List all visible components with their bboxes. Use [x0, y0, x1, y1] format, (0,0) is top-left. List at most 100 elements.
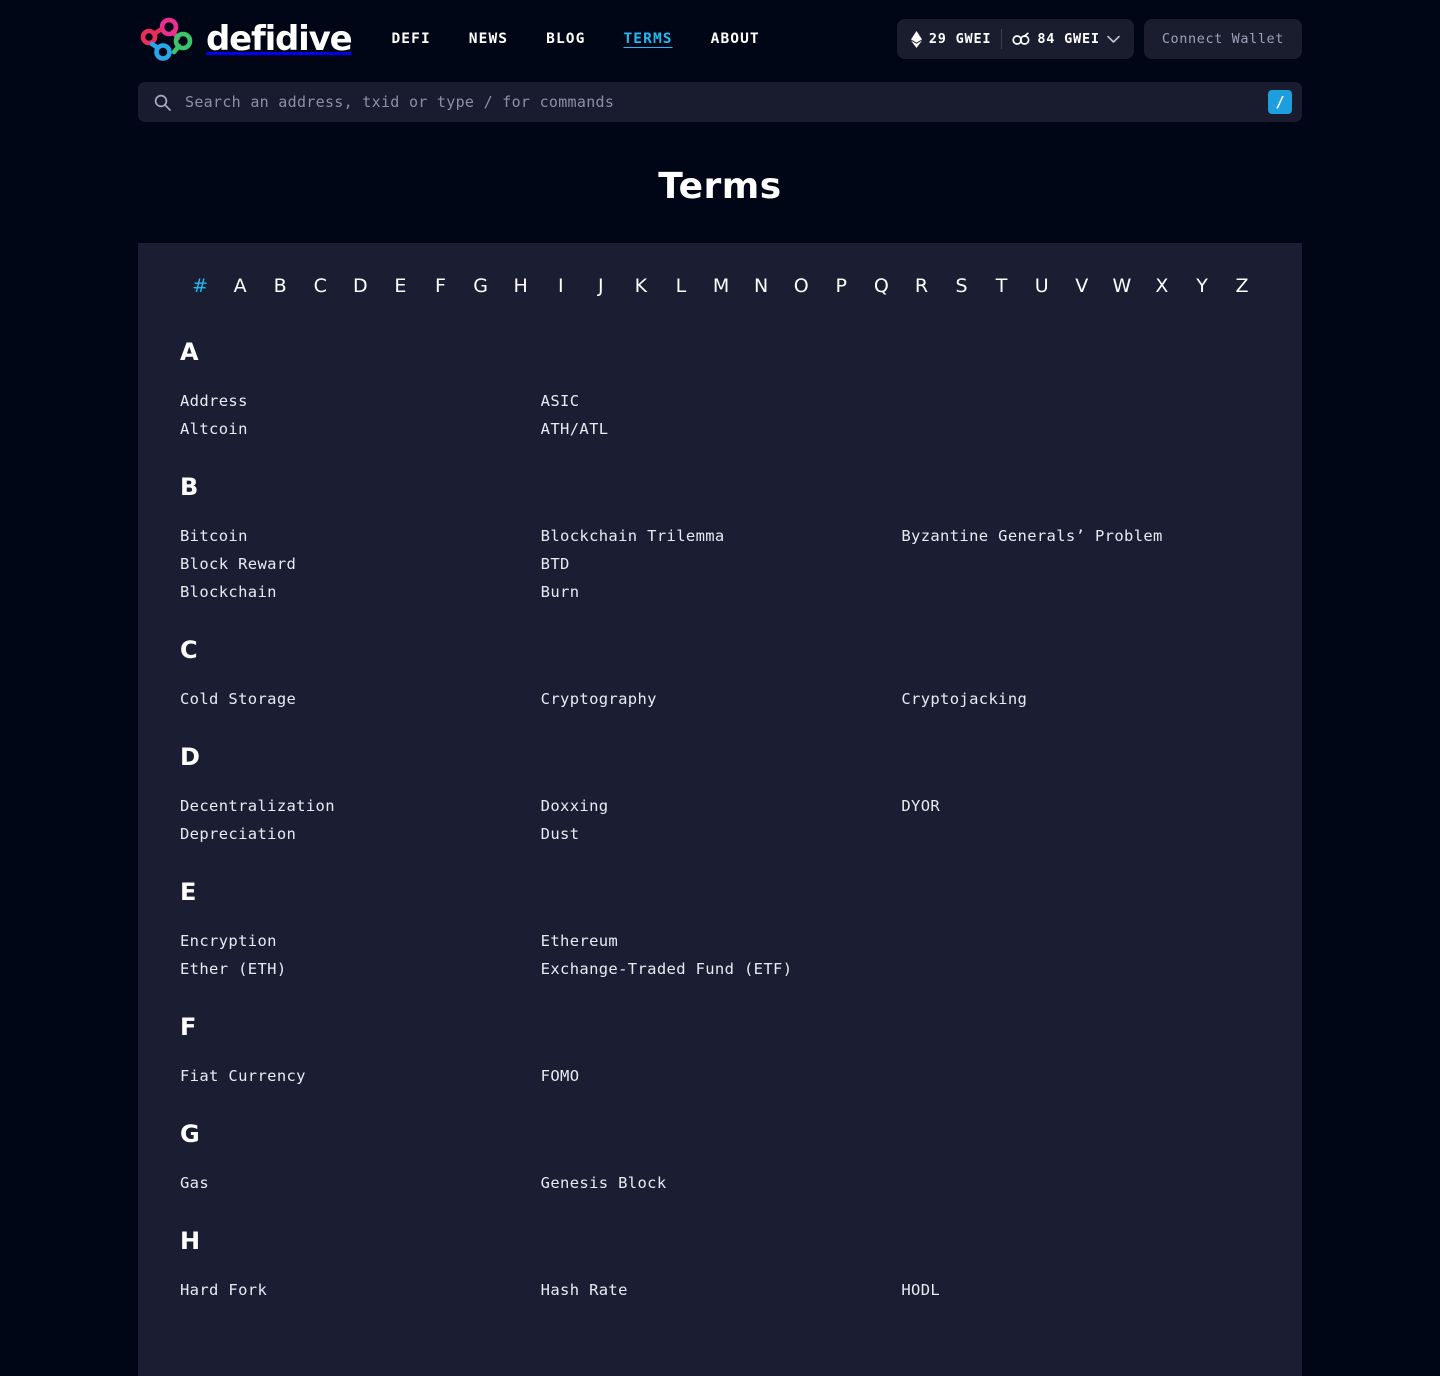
- gas-price-chain: 84 GWEI: [1012, 31, 1120, 47]
- term-link[interactable]: Exchange-Traded Fund (ETF): [541, 959, 902, 979]
- term-link[interactable]: Doxxing: [541, 796, 902, 816]
- term-link[interactable]: ATH/ATL: [541, 419, 902, 439]
- alphabet-nav-item-c[interactable]: C: [300, 277, 340, 296]
- alphabet-nav-item-z[interactable]: Z: [1222, 277, 1262, 296]
- alphabet-nav-item-u[interactable]: U: [1022, 277, 1062, 296]
- nav-item-defi[interactable]: DEFI: [391, 31, 430, 47]
- term-link[interactable]: Decentralization: [180, 796, 541, 816]
- alphabet-nav-item-f[interactable]: F: [420, 277, 460, 296]
- gas-price-box[interactable]: 29 GWEI 84 GWEI: [896, 19, 1134, 59]
- nav-item-news[interactable]: NEWS: [469, 31, 508, 47]
- alphabet-nav-item-b[interactable]: B: [260, 277, 300, 296]
- term-grid: Fiat Currency FOMO: [178, 1066, 1262, 1086]
- alphabet-nav-item-g[interactable]: G: [461, 277, 501, 296]
- term-link[interactable]: Dust: [541, 824, 902, 844]
- page-title: Terms: [658, 166, 782, 207]
- term-link[interactable]: ASIC: [541, 391, 902, 411]
- search-shortcut-key[interactable]: /: [1268, 90, 1292, 114]
- alphabet-nav-item-e[interactable]: E: [380, 277, 420, 296]
- search-input[interactable]: [185, 93, 1268, 111]
- term-link[interactable]: Encryption: [180, 931, 541, 951]
- term-grid: Cold Storage Cryptography Cryptojacking: [178, 689, 1262, 709]
- term-link[interactable]: BTD: [541, 554, 902, 574]
- term-link[interactable]: DYOR: [901, 796, 1262, 816]
- term-link[interactable]: Address: [180, 391, 541, 411]
- alphabet-nav-item-i[interactable]: I: [541, 277, 581, 296]
- alphabet-nav-item-o[interactable]: O: [781, 277, 821, 296]
- alphabet-nav-item-q[interactable]: Q: [861, 277, 901, 296]
- alphabet-nav-item-x[interactable]: X: [1142, 277, 1182, 296]
- alphabet-nav: # A B C D E F G H I J K L M N O P Q R S T U V W X Y Z: [178, 277, 1262, 296]
- alphabet-nav-item-a[interactable]: A: [220, 277, 260, 296]
- term-link[interactable]: Cold Storage: [180, 689, 541, 709]
- term-link[interactable]: Blockchain: [180, 582, 541, 602]
- alphabet-nav-item-s[interactable]: S: [941, 277, 981, 296]
- alphabet-nav-item-j[interactable]: J: [581, 277, 621, 296]
- term-link[interactable]: Ether (ETH): [180, 959, 541, 979]
- brand-logo-link[interactable]: defidive: [138, 15, 353, 63]
- terms-section-g: G Gas Genesis Block: [178, 1122, 1262, 1193]
- term-link[interactable]: Byzantine Generals’ Problem: [901, 526, 1262, 546]
- chevron-down-icon[interactable]: [1107, 35, 1120, 44]
- alphabet-nav-item-t[interactable]: T: [982, 277, 1022, 296]
- term-link[interactable]: Blockchain Trilemma: [541, 526, 902, 546]
- alphabet-nav-item-v[interactable]: V: [1062, 277, 1102, 296]
- alphabet-nav-item-y[interactable]: Y: [1182, 277, 1222, 296]
- alphabet-nav-item-p[interactable]: P: [821, 277, 861, 296]
- terms-sections: A Address Altcoin ASIC ATH/ATL B Bitcoin Block …: [178, 340, 1262, 1300]
- brand-name: defidive: [206, 19, 353, 59]
- section-letter-heading: F: [180, 1013, 197, 1041]
- alphabet-nav-item-w[interactable]: W: [1102, 277, 1142, 296]
- gas-price-ethereum: 29 GWEI: [910, 30, 992, 48]
- term-link[interactable]: Fiat Currency: [180, 1066, 541, 1086]
- section-letter-heading: E: [180, 878, 197, 906]
- terms-card: # A B C D E F G H I J K L M N O P Q R S T U V W X Y Z A Address Altc…: [138, 243, 1302, 1376]
- term-link[interactable]: HODL: [901, 1280, 1262, 1300]
- nav-item-blog[interactable]: BLOG: [546, 31, 585, 47]
- term-link[interactable]: Depreciation: [180, 824, 541, 844]
- term-link[interactable]: Burn: [541, 582, 902, 602]
- nav-item-terms[interactable]: TERMS: [623, 31, 672, 47]
- terms-section-f: F Fiat Currency FOMO: [178, 1015, 1262, 1086]
- section-letter-heading: D: [180, 743, 200, 771]
- section-letter-heading: A: [180, 338, 199, 366]
- term-grid: Bitcoin Block Reward Blockchain Blockchain …: [178, 526, 1262, 602]
- term-link[interactable]: Hash Rate: [541, 1280, 902, 1300]
- term-link[interactable]: Ethereum: [541, 931, 902, 951]
- term-link[interactable]: Block Reward: [180, 554, 541, 574]
- term-link[interactable]: Hard Fork: [180, 1280, 541, 1300]
- alphabet-nav-item-k[interactable]: K: [621, 277, 661, 296]
- terms-section-d: D Decentralization Depreciation Doxxing Dust…: [178, 745, 1262, 844]
- term-grid: Decentralization Depreciation Doxxing Dust D…: [178, 796, 1262, 844]
- connect-wallet-button[interactable]: Connect Wallet: [1143, 19, 1302, 59]
- term-link[interactable]: Gas: [180, 1173, 541, 1193]
- term-link[interactable]: Cryptojacking: [901, 689, 1262, 709]
- terms-section-e: E Encryption Ether (ETH) Ethereum Exchange-T…: [178, 880, 1262, 979]
- alphabet-nav-item-d[interactable]: D: [340, 277, 380, 296]
- main-nav: DEFI NEWS BLOG TERMS ABOUT: [391, 31, 759, 47]
- site-header: defidive DEFI NEWS BLOG TERMS ABOUT 29 G…: [0, 0, 1440, 78]
- alphabet-nav-item-m[interactable]: M: [701, 277, 741, 296]
- term-grid: Address Altcoin ASIC ATH/ATL: [178, 391, 1262, 439]
- term-link[interactable]: Genesis Block: [541, 1173, 902, 1193]
- term-link[interactable]: Bitcoin: [180, 526, 541, 546]
- terms-section-a: A Address Altcoin ASIC ATH/ATL: [178, 340, 1262, 439]
- nav-item-about[interactable]: ABOUT: [711, 31, 760, 47]
- section-letter-heading: C: [180, 636, 198, 664]
- term-grid: Encryption Ether (ETH) Ethereum Exchange-Tr…: [178, 931, 1262, 979]
- alphabet-nav-item-r[interactable]: R: [901, 277, 941, 296]
- gas-price-chain-value: 84 GWEI: [1037, 31, 1100, 47]
- alphabet-nav-item-hash[interactable]: #: [180, 277, 220, 296]
- alphabet-nav-item-n[interactable]: N: [741, 277, 781, 296]
- term-link[interactable]: FOMO: [541, 1066, 902, 1086]
- term-link[interactable]: Cryptography: [541, 689, 902, 709]
- terms-section-b: B Bitcoin Block Reward Blockchain Blockchain…: [178, 475, 1262, 602]
- search-icon: [154, 94, 171, 111]
- gas-separator: [1001, 29, 1003, 49]
- terms-section-c: C Cold Storage Cryptography Cryptojacking: [178, 638, 1262, 709]
- alphabet-nav-item-l[interactable]: L: [661, 277, 701, 296]
- search-bar[interactable]: /: [138, 82, 1302, 122]
- term-link[interactable]: Altcoin: [180, 419, 541, 439]
- gas-price-ethereum-value: 29 GWEI: [928, 31, 992, 47]
- alphabet-nav-item-h[interactable]: H: [501, 277, 541, 296]
